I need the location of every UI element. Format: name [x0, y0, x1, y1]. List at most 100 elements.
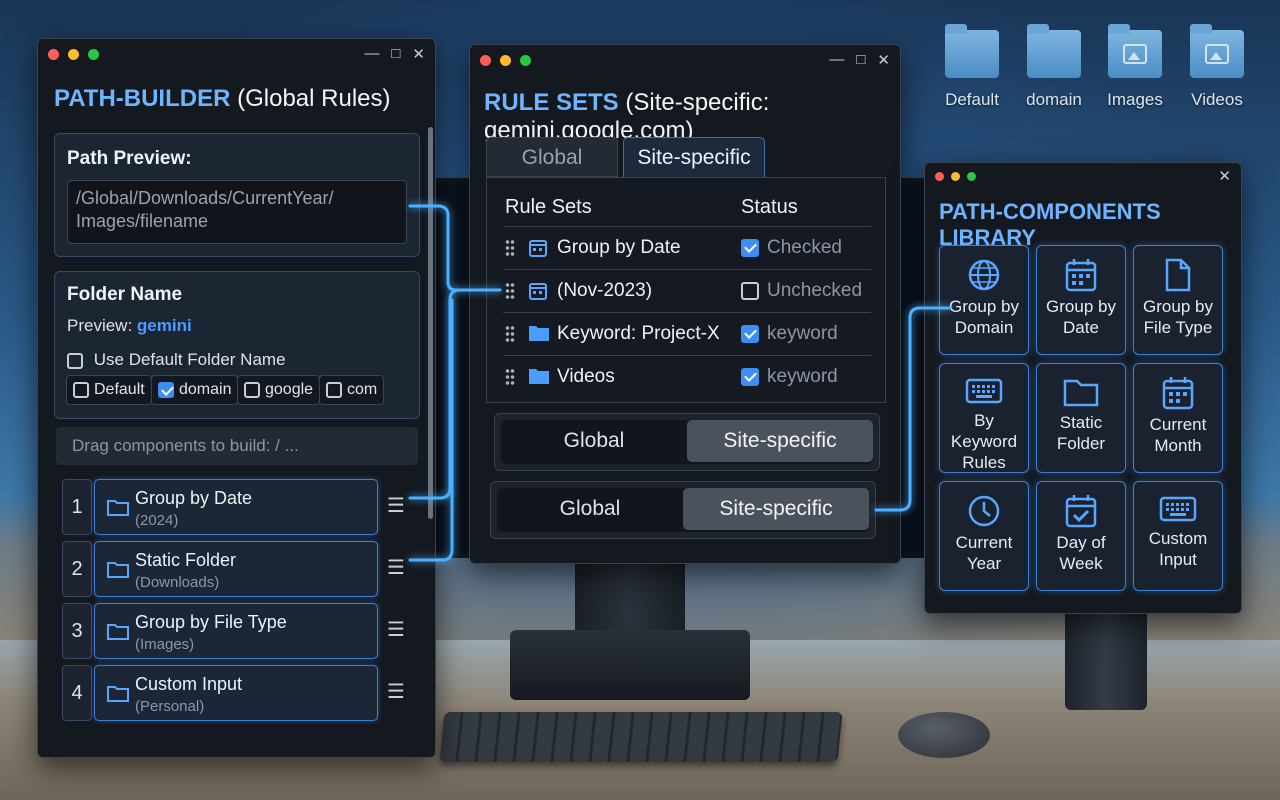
preview-label: Preview: — [67, 316, 133, 335]
toggle-global[interactable]: Global — [501, 420, 687, 462]
library-item-group-by-date[interactable]: Group by Date — [1036, 245, 1126, 355]
maximize-icon[interactable]: □ — [391, 45, 400, 63]
close-dot[interactable] — [480, 55, 491, 66]
library-item-day-of-week[interactable]: Day of Week — [1036, 481, 1126, 591]
chip-label: google — [265, 381, 314, 398]
library-item-custom-input[interactable]: Custom Input — [1133, 481, 1223, 591]
toggle-site-specific[interactable]: Site-specific — [683, 488, 869, 530]
drag-grip-icon[interactable] — [505, 368, 515, 386]
minimize-icon[interactable]: — — [364, 45, 379, 63]
library-item-label: By Keyword Rules — [950, 411, 1018, 472]
component-row[interactable]: 2 Static Folder (Downloads) ☰ — [62, 541, 408, 597]
tab-site-specific[interactable]: Site-specific — [623, 137, 765, 177]
minimize-dot[interactable] — [68, 49, 79, 60]
checkbox-icon[interactable] — [244, 382, 260, 398]
close-icon[interactable]: ✕ — [412, 45, 425, 63]
chip-google[interactable]: google — [237, 375, 321, 405]
library-item-group-by-domain[interactable]: Group by Domain — [939, 245, 1029, 355]
use-default-checkbox[interactable]: Use Default Folder Name — [67, 350, 286, 370]
checkbox-icon[interactable] — [741, 238, 759, 257]
checkbox-icon[interactable] — [326, 382, 342, 398]
component-item[interactable]: Static Folder (Downloads) — [94, 541, 378, 597]
component-row[interactable]: 1 Group by Date (2024) ☰ — [62, 479, 408, 535]
preview-value: gemini — [136, 316, 192, 335]
drag-handle-icon[interactable]: ☰ — [382, 665, 410, 721]
component-detail: (Images) — [135, 636, 195, 653]
desktop-folder-domain[interactable]: domain — [1019, 24, 1089, 110]
checkbox-icon[interactable] — [158, 382, 174, 398]
library-item-current-month[interactable]: Current Month — [1133, 363, 1223, 473]
zoom-dot[interactable] — [520, 55, 531, 66]
checkbox-icon[interactable] — [741, 324, 759, 343]
keyboard — [439, 712, 843, 762]
component-item[interactable]: Custom Input (Personal) — [94, 665, 378, 721]
component-row[interactable]: 3 Group by File Type (Images) ☰ — [62, 603, 408, 659]
checkbox-icon[interactable] — [741, 367, 759, 386]
rule-status[interactable]: keyword — [741, 366, 838, 388]
minimize-icon[interactable]: — — [829, 51, 844, 69]
table-row[interactable]: Group by Date Checked — [503, 226, 871, 268]
calendar-icon — [1065, 259, 1097, 292]
drag-grip-icon[interactable] — [505, 239, 515, 257]
close-icon[interactable]: ✕ — [877, 51, 890, 69]
drag-handle-icon[interactable]: ☰ — [382, 541, 410, 597]
column-header-rule-sets: Rule Sets — [505, 196, 592, 218]
zoom-dot[interactable] — [967, 172, 976, 181]
speaker — [1065, 600, 1147, 710]
row-number: 3 — [62, 603, 92, 659]
table-row[interactable]: (Nov-2023) Unchecked — [503, 269, 871, 311]
table-row[interactable]: Videos keyword — [503, 355, 871, 397]
minimize-dot[interactable] — [951, 172, 960, 181]
close-dot[interactable] — [935, 172, 944, 181]
path-preview-field[interactable]: /Global/Downloads/CurrentYear/ Images/fi… — [67, 180, 407, 244]
drag-handle-icon[interactable]: ☰ — [382, 603, 410, 659]
library-item-group-by-file-type[interactable]: Group by File Type — [1133, 245, 1223, 355]
desktop-folder-label: Default — [945, 90, 999, 109]
chip-default[interactable]: Default — [66, 375, 152, 405]
drag-handle-icon[interactable]: ☰ — [382, 479, 410, 535]
image-folder-icon — [1190, 24, 1244, 78]
path-preview-line: /Global/Downloads/CurrentYear/ — [76, 188, 334, 208]
column-header-status: Status — [741, 196, 798, 218]
chip-domain[interactable]: domain — [151, 375, 239, 405]
path-preview-card: Path Preview: /Global/Downloads/CurrentY… — [54, 133, 420, 257]
chip-com[interactable]: com — [319, 375, 385, 405]
component-item[interactable]: Group by Date (2024) — [94, 479, 378, 535]
component-name: Static Folder — [135, 550, 237, 570]
scrollbar[interactable] — [428, 127, 433, 519]
maximize-icon[interactable]: □ — [856, 51, 865, 69]
rule-status[interactable]: keyword — [741, 323, 838, 345]
component-row[interactable]: 4 Custom Input (Personal) ☰ — [62, 665, 408, 721]
desktop-folder-videos[interactable]: Videos — [1182, 24, 1252, 110]
tab-global[interactable]: Global — [486, 137, 618, 177]
desktop-folder-label: Videos — [1191, 90, 1243, 109]
close-dot[interactable] — [48, 49, 59, 60]
rule-sets-window: — □ ✕ RULE SETS (Site-specific: gemini.g… — [469, 44, 901, 564]
drag-grip-icon[interactable] — [505, 325, 515, 343]
calendar-icon — [1162, 377, 1194, 410]
status-label: keyword — [767, 366, 838, 387]
library-item-by-keyword-rules[interactable]: By Keyword Rules — [939, 363, 1029, 473]
monitor-base — [510, 630, 750, 700]
minimize-dot[interactable] — [500, 55, 511, 66]
path-builder-window: — □ ✕ PATH-BUILDER (Global Rules) Path P… — [37, 38, 436, 758]
close-icon[interactable]: ✕ — [1218, 167, 1231, 185]
keyboard-icon — [965, 378, 1003, 404]
table-row[interactable]: Keyword: Project-X keyword — [503, 312, 871, 354]
drag-hint: Drag components to build: / ... — [56, 427, 418, 465]
desktop-folder-images[interactable]: Images — [1100, 24, 1170, 110]
desktop-folder-default[interactable]: Default — [937, 24, 1007, 110]
drag-grip-icon[interactable] — [505, 282, 515, 300]
zoom-dot[interactable] — [88, 49, 99, 60]
toggle-global[interactable]: Global — [497, 488, 683, 530]
toggle-site-specific[interactable]: Site-specific — [687, 420, 873, 462]
checkbox-icon[interactable] — [741, 281, 759, 300]
component-item[interactable]: Group by File Type (Images) — [94, 603, 378, 659]
checkbox-icon[interactable] — [67, 352, 83, 369]
rule-status[interactable]: Unchecked — [741, 280, 862, 302]
library-item-current-year[interactable]: Current Year — [939, 481, 1029, 591]
library-item-static-folder[interactable]: Static Folder — [1036, 363, 1126, 473]
library-item-label: Group by File Type — [1143, 297, 1213, 337]
rule-status[interactable]: Checked — [741, 237, 842, 259]
checkbox-icon[interactable] — [73, 382, 89, 398]
